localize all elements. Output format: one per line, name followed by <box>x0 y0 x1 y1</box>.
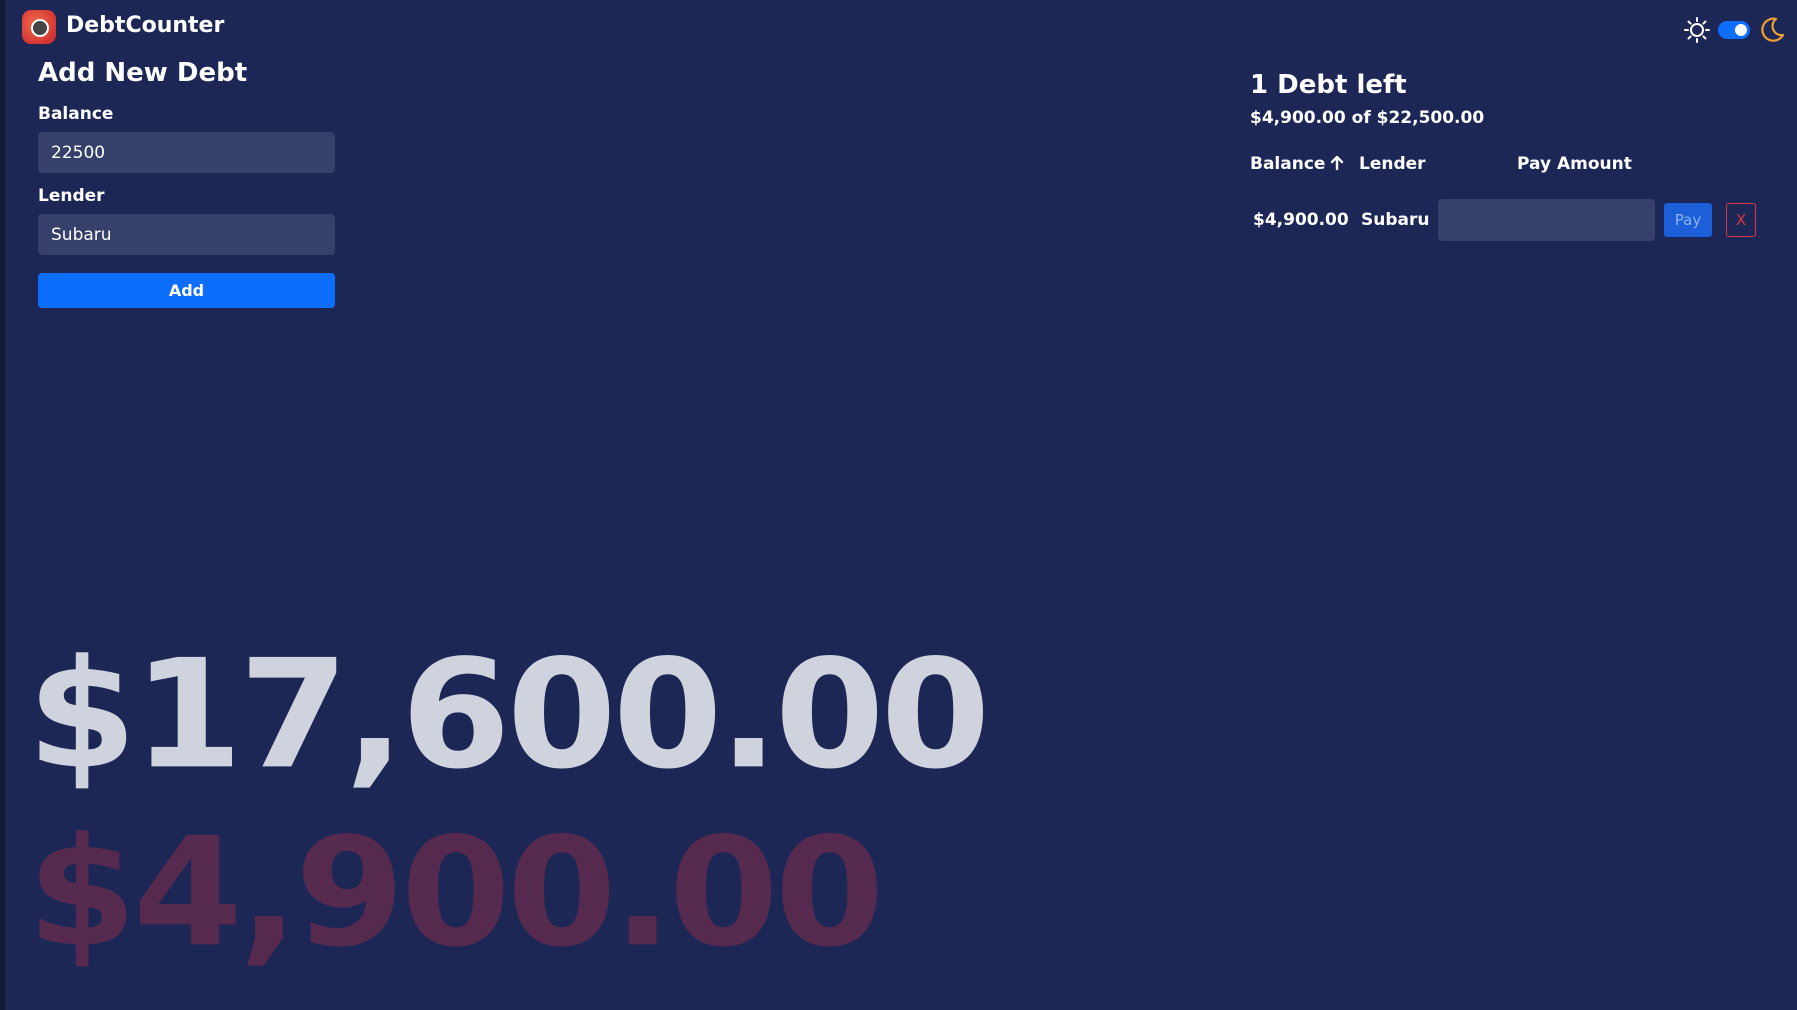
add-button[interactable]: Add <box>38 273 335 308</box>
add-debt-form: Add New Debt Balance Lender Add <box>38 58 335 308</box>
lender-label: Lender <box>38 186 105 206</box>
progress-text: $4,900.00 of $22,500.00 <box>1250 108 1485 128</box>
app-logo-icon <box>22 10 56 44</box>
table-row: $4,900.00 Subaru Pay X <box>1250 199 1770 243</box>
balance-column-header[interactable]: Balance <box>1250 154 1345 174</box>
lender-input[interactable] <box>38 214 335 255</box>
pay-amount-input[interactable] <box>1438 199 1655 241</box>
debts-left-count: 1 Debt left <box>1250 70 1407 100</box>
row-balance: $4,900.00 <box>1253 210 1349 230</box>
arrow-up-icon <box>1331 155 1344 171</box>
app-window: DebtCounter Add New Debt Balance L <box>5 0 1797 1010</box>
delete-button[interactable]: X <box>1726 203 1756 237</box>
balance-input[interactable] <box>38 132 335 173</box>
toggle-knob <box>1735 24 1747 36</box>
theme-toggle[interactable] <box>1718 21 1750 39</box>
form-title: Add New Debt <box>38 58 248 88</box>
title-bar: DebtCounter <box>5 0 1797 56</box>
moon-icon[interactable] <box>1758 16 1786 44</box>
pay-amount-column-header: Pay Amount <box>1517 154 1632 174</box>
debt-summary: 1 Debt left $4,900.00 of $22,500.00 Bala… <box>1250 70 1770 241</box>
balance-column-label: Balance <box>1250 154 1326 174</box>
debt-table-header: Balance Lender Pay Amount <box>1250 154 1770 178</box>
lender-column-header: Lender <box>1359 154 1426 174</box>
remaining-total: $17,600.00 <box>27 627 991 803</box>
balance-label: Balance <box>38 104 114 124</box>
row-lender: Subaru <box>1361 210 1430 230</box>
paid-total: $4,900.00 <box>27 805 885 981</box>
app-title: DebtCounter <box>66 13 225 38</box>
sun-icon[interactable] <box>1684 17 1710 43</box>
pay-button[interactable]: Pay <box>1664 203 1712 237</box>
